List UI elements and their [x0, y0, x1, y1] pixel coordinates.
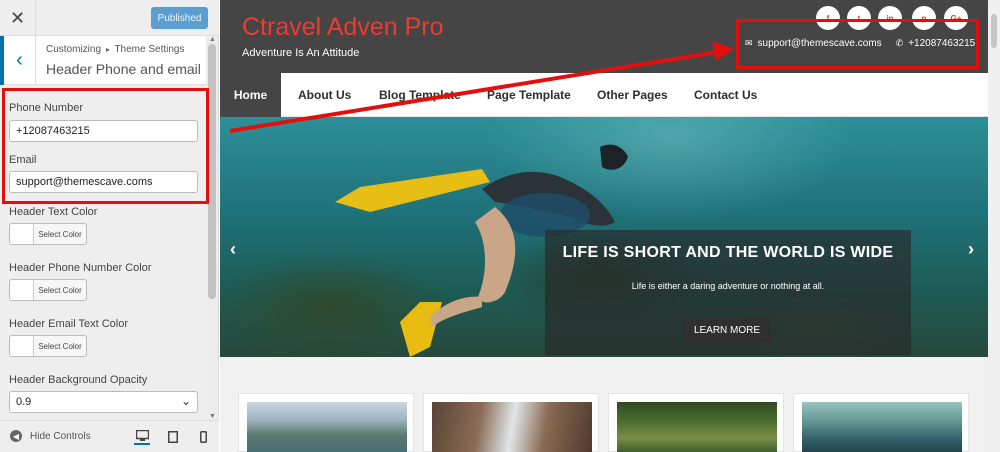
breadcrumb: Customizing ▸ Theme Settings: [46, 44, 184, 55]
hide-controls-button[interactable]: ◀ Hide Controls: [10, 430, 91, 442]
nav-home[interactable]: Home: [220, 73, 281, 117]
post-thumbnail[interactable]: [802, 402, 962, 452]
color-swatch: [10, 224, 34, 244]
header-opacity-select[interactable]: 0.9 ⌄: [9, 391, 198, 413]
post-thumbnail[interactable]: [247, 402, 407, 452]
breadcrumb-root: Customizing: [46, 44, 102, 55]
chevron-down-icon: ⌄: [180, 394, 191, 408]
section-title: Header Phone and email: [46, 61, 201, 77]
section-header: ‹ Customizing ▸ Theme Settings Header Ph…: [0, 36, 207, 85]
header-phone-color-picker[interactable]: Select Color: [9, 279, 87, 301]
post-card[interactable]: [793, 393, 969, 452]
main-navigation: Home About Us Blog Template Page Templat…: [220, 73, 988, 117]
post-card[interactable]: [238, 393, 414, 452]
nav-other-pages[interactable]: Other Pages: [597, 73, 668, 117]
nav-about-us[interactable]: About Us: [298, 73, 351, 117]
publish-button[interactable]: Published: [151, 7, 208, 29]
header-text-color-label: Header Text Color: [9, 206, 98, 218]
nav-page-template[interactable]: Page Template: [487, 73, 571, 117]
slider-prev-icon[interactable]: ‹: [230, 239, 236, 260]
color-swatch: [10, 336, 34, 356]
slide-caption: LIFE IS SHORT AND THE WORLD IS WIDE Life…: [545, 230, 911, 355]
hide-controls-label: Hide Controls: [30, 430, 91, 442]
header-email-color-label: Header Email Text Color: [9, 318, 129, 330]
annotation-highlight-fields: [2, 88, 209, 204]
preview-scroll-thumb[interactable]: [991, 14, 997, 48]
back-arrow-icon[interactable]: ‹: [0, 36, 36, 85]
color-swatch: [10, 280, 34, 300]
header-email-color-picker[interactable]: Select Color: [9, 335, 87, 357]
slider-next-icon[interactable]: ›: [968, 239, 974, 260]
header-phone-color-label: Header Phone Number Color: [9, 262, 152, 274]
breadcrumb-section: Theme Settings: [114, 44, 185, 55]
breadcrumb-separator: ▸: [105, 45, 110, 54]
learn-more-button[interactable]: LEARN MORE: [683, 317, 771, 343]
post-card[interactable]: [608, 393, 784, 452]
post-card[interactable]: [423, 393, 599, 452]
scroll-down-icon[interactable]: ▼: [209, 413, 216, 420]
mobile-icon[interactable]: [195, 429, 211, 445]
slide-text: Life is either a daring adventure or not…: [631, 281, 825, 291]
desktop-icon[interactable]: [134, 429, 150, 445]
nav-contact-us[interactable]: Contact Us: [694, 73, 757, 117]
header-opacity-label: Header Background Opacity: [9, 374, 148, 386]
select-color-button[interactable]: Select Color: [34, 336, 86, 356]
customizer-panel: ✕ Published ‹ Customizing ▸ Theme Settin…: [0, 0, 219, 452]
sidebar-scroll-thumb[interactable]: [208, 44, 216, 299]
site-tagline: Adventure Is An Attitude: [242, 47, 360, 59]
preview-scrollbar[interactable]: [988, 0, 1000, 452]
annotation-highlight-header-contact: [736, 19, 979, 69]
opacity-value: 0.9: [16, 396, 32, 408]
select-color-button[interactable]: Select Color: [34, 224, 86, 244]
select-color-button[interactable]: Select Color: [34, 280, 86, 300]
customizer-topbar: ✕ Published: [0, 0, 219, 36]
collapse-icon: ◀: [10, 430, 22, 442]
slide-title: LIFE IS SHORT AND THE WORLD IS WIDE: [562, 244, 894, 261]
header-text-color-picker[interactable]: Select Color: [9, 223, 87, 245]
hero-slider[interactable]: ‹ › LIFE IS SHORT AND THE WORLD IS WIDE …: [220, 117, 988, 357]
customizer-footer: ◀ Hide Controls: [0, 420, 219, 452]
post-thumbnail[interactable]: [617, 402, 777, 452]
scroll-up-icon[interactable]: ▲: [209, 36, 216, 43]
close-icon[interactable]: ✕: [0, 0, 36, 36]
nav-blog-template[interactable]: Blog Template: [379, 73, 461, 117]
site-title[interactable]: Ctravel Adven Pro: [242, 13, 444, 42]
post-thumbnail[interactable]: [432, 402, 592, 452]
tablet-icon[interactable]: [165, 429, 181, 445]
